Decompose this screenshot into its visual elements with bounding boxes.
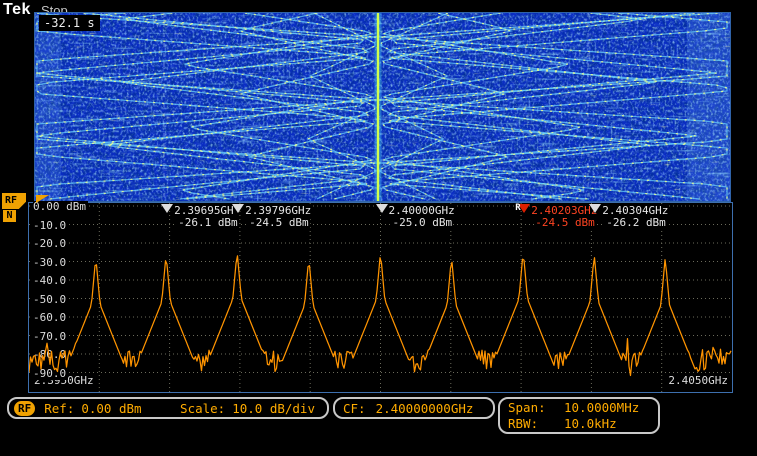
- ref-level-value: 0.00 dBm: [81, 401, 141, 416]
- marker-amp-label: -25.0 dBm: [392, 217, 454, 229]
- span-label: Span:: [508, 400, 564, 415]
- marker-freq-label: 2.40000GHz: [388, 205, 456, 217]
- rf-settings-readout[interactable]: RF Ref: 0.00 dBm Scale: 10.0 dB/div: [7, 397, 329, 419]
- cf-label: CF:: [343, 401, 366, 416]
- cf-value: 2.40000000GHz: [376, 401, 474, 416]
- marker-flag: [232, 204, 244, 213]
- marker-freq-label: 2.40203GHz: [530, 205, 598, 217]
- rf-normal-trace-badge: N: [3, 210, 16, 222]
- scale-label: Scale:: [180, 401, 225, 416]
- rf-channel-badge: RF: [2, 193, 26, 209]
- marker-freq-label: 2.40304GHz: [601, 205, 669, 217]
- ref-level-label: Ref:: [44, 401, 74, 416]
- marker-amp-label: -24.5 dBm: [534, 217, 596, 229]
- marker-amp-label: -26.2 dBm: [605, 217, 667, 229]
- marker-freq-label: 2.39796GHz: [244, 205, 312, 217]
- rf-pill-badge: RF: [14, 401, 35, 416]
- marker-amp-label: -24.5 dBm: [248, 217, 310, 229]
- marker-flag: [589, 204, 601, 213]
- reference-marker-glyph: R: [515, 204, 520, 213]
- rbw-value: 10.0kHz: [564, 416, 658, 431]
- center-frequency-readout[interactable]: CF: 2.40000000GHz: [333, 397, 495, 419]
- tek-logo: Tek: [3, 1, 31, 19]
- scale-value: 10.0 dB/div: [232, 401, 315, 416]
- spectrogram-canvas: [35, 13, 730, 201]
- rbw-label: RBW:: [508, 416, 564, 431]
- spectrogram-time-label: -32.1 s: [39, 15, 100, 31]
- spectrogram-window: -32.1 s: [34, 12, 731, 202]
- marker-flag: [161, 204, 173, 213]
- span-value: 10.0000MHz: [564, 400, 658, 415]
- spectrum-window: 2.3950GHz 2.4050GHz 0.00 dBm-10.0-20.0-3…: [28, 202, 733, 393]
- span-rbw-readout[interactable]: Span: 10.0000MHz RBW: 10.0kHz: [498, 397, 660, 434]
- marker-flag: [376, 204, 388, 213]
- oscilloscope-screen: Tek Stop: [0, 0, 757, 456]
- spectrum-trace: [29, 203, 732, 392]
- marker-amp-label: -26.1 dBm: [177, 217, 239, 229]
- marker-freq-label: 2.39695GH: [173, 205, 235, 217]
